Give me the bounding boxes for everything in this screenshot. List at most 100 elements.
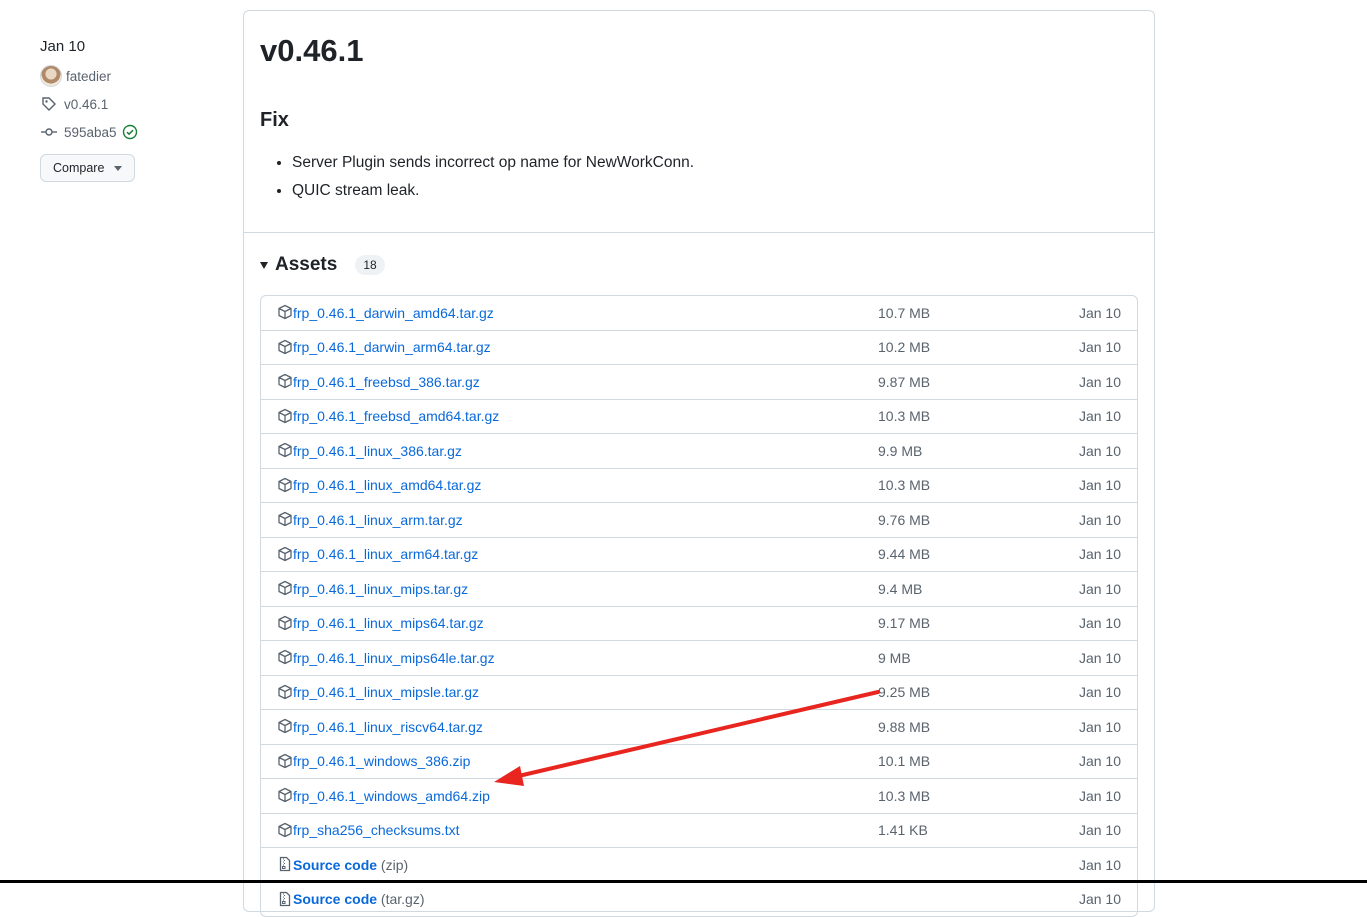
- asset-row: frp_0.46.1_linux_arm.tar.gz 9.76 MB Jan 10: [261, 502, 1137, 537]
- asset-size: 9.9 MB: [878, 442, 923, 459]
- package-icon: [277, 684, 293, 700]
- tag-label[interactable]: v0.46.1: [64, 97, 108, 112]
- asset-size: 9.17 MB: [878, 615, 931, 632]
- asset-row: frp_0.46.1_linux_386.tar.gz 9.9 MB Jan 10: [261, 433, 1137, 468]
- author-name[interactable]: fatedier: [66, 69, 111, 84]
- asset-row: frp_0.46.1_linux_mips64le.tar.gz 9 MB Jan …: [261, 640, 1137, 675]
- asset-row: frp_0.46.1_darwin_amd64.tar.gz 10.7 MB Jan…: [261, 296, 1137, 330]
- asset-row: frp_0.46.1_windows_386.zip 10.1 MB Jan 10: [261, 743, 1137, 779]
- assets-list: frp_0.46.1_darwin_amd64.tar.gz 10.7 MB Jan…: [260, 295, 1138, 917]
- asset-date: Jan 10: [1078, 373, 1121, 390]
- package-icon: [277, 580, 293, 596]
- asset-download-link[interactable]: frp_0.46.1_linux_mips64.tar.gz: [293, 615, 484, 631]
- asset-date: Jan 10: [1078, 615, 1121, 632]
- asset-row: frp_0.46.1_linux_riscv64.tar.gz 9.88 MB Ja…: [261, 709, 1137, 744]
- asset-date: Jan 10: [1078, 856, 1121, 873]
- asset-size: 10.2 MB: [878, 339, 931, 356]
- asset-size: 10.1 MB: [878, 753, 931, 770]
- release-title[interactable]: v0.46.1: [260, 33, 363, 69]
- asset-row: frp_sha256_checksums.txt 1.41 KB Jan 10: [261, 812, 1137, 848]
- source-format: (tar.gz): [380, 891, 425, 908]
- asset-download-link[interactable]: frp_0.46.1_darwin_amd64.tar.gz: [293, 305, 494, 321]
- asset-download-link[interactable]: frp_0.46.1_windows_amd64.zip: [293, 788, 490, 804]
- caret-down-icon: [260, 261, 268, 269]
- source-download-link[interactable]: Source code (tar.gz): [293, 891, 425, 907]
- asset-download-link[interactable]: frp_0.46.1_linux_arm64.tar.gz: [293, 546, 478, 562]
- asset-row: frp_0.46.1_freebsd_386.tar.gz 9.87 MB Jan …: [261, 364, 1137, 399]
- verified-check-icon[interactable]: [121, 123, 139, 141]
- commit-sha[interactable]: 595aba5: [64, 125, 117, 140]
- asset-date: Jan 10: [1078, 822, 1121, 839]
- asset-size: 10.3 MB: [878, 408, 931, 425]
- avatar[interactable]: [40, 65, 62, 87]
- package-icon: [277, 408, 293, 424]
- asset-row: frp_0.46.1_darwin_arm64.tar.gz 10.2 MB Jan…: [261, 329, 1137, 365]
- asset-date: Jan 10: [1078, 304, 1121, 321]
- package-icon: [277, 787, 293, 803]
- source-download-link[interactable]: Source code (zip): [293, 857, 408, 873]
- package-icon: [277, 753, 293, 769]
- asset-download-link[interactable]: frp_0.46.1_freebsd_386.tar.gz: [293, 374, 480, 390]
- asset-date: Jan 10: [1078, 649, 1121, 666]
- package-icon: [277, 304, 293, 320]
- asset-size: 1.41 KB: [878, 822, 928, 839]
- source-format: (zip): [380, 856, 409, 873]
- package-icon: [277, 718, 293, 734]
- asset-row: frp_0.46.1_linux_mips.tar.gz 9.4 MB Jan 10: [261, 571, 1137, 606]
- package-icon: [277, 511, 293, 527]
- asset-row: frp_0.46.1_freebsd_amd64.tar.gz 10.3 MB Ja…: [261, 398, 1137, 434]
- package-icon: [277, 546, 293, 562]
- package-icon: [277, 822, 293, 838]
- asset-date: Jan 10: [1078, 684, 1121, 701]
- commit-icon: [40, 123, 58, 141]
- asset-date: Jan 10: [1078, 511, 1121, 528]
- asset-download-link[interactable]: frp_0.46.1_linux_mipsle.tar.gz: [293, 684, 479, 700]
- asset-size: 10.3 MB: [878, 787, 931, 804]
- asset-size: 9.76 MB: [878, 511, 931, 528]
- source-label: Source code: [293, 856, 378, 873]
- asset-date: Jan 10: [1078, 787, 1121, 804]
- compare-label: Compare: [53, 161, 105, 175]
- commit-row[interactable]: 595aba5: [40, 122, 220, 142]
- notes-heading: Fix: [260, 109, 289, 131]
- asset-date: Jan 10: [1078, 442, 1121, 459]
- note-item: QUIC stream leak.: [292, 177, 694, 205]
- package-icon: [277, 373, 293, 389]
- asset-download-link[interactable]: frp_0.46.1_linux_386.tar.gz: [293, 443, 462, 459]
- package-icon: [277, 649, 293, 665]
- author-row[interactable]: fatedier: [40, 65, 220, 87]
- tag-row[interactable]: v0.46.1: [40, 94, 220, 114]
- divider: [244, 232, 1154, 233]
- asset-download-link[interactable]: frp_0.46.1_linux_mips.tar.gz: [293, 581, 468, 597]
- release-notes: Server Plugin sends incorrect op name fo…: [260, 149, 694, 205]
- asset-download-link[interactable]: frp_0.46.1_linux_amd64.tar.gz: [293, 477, 481, 493]
- assets-count-badge: 18: [355, 255, 385, 275]
- asset-row: frp_0.46.1_linux_mipsle.tar.gz 9.25 MB Jan…: [261, 674, 1137, 710]
- source-code-row: Source code (tar.gz) Jan 10: [261, 881, 1137, 917]
- asset-download-link[interactable]: frp_0.46.1_linux_arm.tar.gz: [293, 512, 463, 528]
- asset-row: frp_0.46.1_linux_arm64.tar.gz 9.44 MB Jan …: [261, 536, 1137, 572]
- asset-date: Jan 10: [1078, 718, 1121, 735]
- asset-download-link[interactable]: frp_0.46.1_darwin_arm64.tar.gz: [293, 339, 491, 355]
- asset-download-link[interactable]: frp_0.46.1_freebsd_amd64.tar.gz: [293, 408, 499, 424]
- assets-toggle[interactable]: Assets 18: [260, 254, 385, 276]
- asset-download-link[interactable]: frp_sha256_checksums.txt: [293, 822, 460, 838]
- source-label: Source code: [293, 891, 378, 908]
- asset-date: Jan 10: [1078, 580, 1121, 597]
- release-date: Jan 10: [40, 38, 86, 55]
- asset-download-link[interactable]: frp_0.46.1_windows_386.zip: [293, 753, 470, 769]
- asset-size: 9.44 MB: [878, 546, 931, 563]
- asset-row: frp_0.46.1_linux_amd64.tar.gz 10.3 MB Jan …: [261, 467, 1137, 503]
- asset-date: Jan 10: [1078, 477, 1121, 494]
- chevron-down-icon: [114, 165, 123, 171]
- note-item: Server Plugin sends incorrect op name fo…: [292, 149, 694, 177]
- compare-button[interactable]: Compare: [40, 154, 136, 182]
- asset-size: 9 MB: [878, 649, 911, 666]
- release-sidebar: Jan 10 fatedier v0.46.1 595aba5 Compare: [40, 36, 220, 182]
- asset-date: Jan 10: [1078, 339, 1121, 356]
- file-zip-icon: [277, 891, 293, 907]
- asset-download-link[interactable]: frp_0.46.1_linux_riscv64.tar.gz: [293, 719, 483, 735]
- asset-download-link[interactable]: frp_0.46.1_linux_mips64le.tar.gz: [293, 650, 495, 666]
- asset-size: 9.25 MB: [878, 684, 931, 701]
- asset-date: Jan 10: [1078, 753, 1121, 770]
